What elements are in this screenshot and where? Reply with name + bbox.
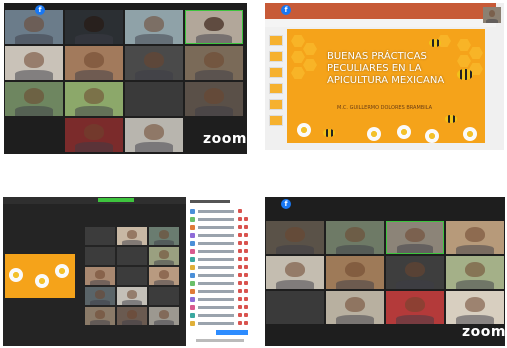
participant-row[interactable] xyxy=(190,289,250,294)
video-tile[interactable] xyxy=(85,227,115,245)
participant-row[interactable] xyxy=(190,297,250,302)
participant-row[interactable] xyxy=(190,265,250,270)
slide-thumbnail[interactable] xyxy=(269,83,283,94)
participant-row[interactable] xyxy=(190,249,250,254)
video-tile[interactable] xyxy=(149,227,179,245)
slide-thumbnail[interactable] xyxy=(269,35,283,46)
video-tile[interactable] xyxy=(85,247,115,265)
participant-row[interactable] xyxy=(190,217,250,222)
app-ribbon xyxy=(265,3,496,19)
video-tile[interactable] xyxy=(65,118,123,152)
slide-title: BUENAS PRÁCTICAS PECULIARES EN LA APICUL… xyxy=(327,51,445,86)
slide-thumbnail[interactable] xyxy=(269,67,283,78)
video-tile[interactable] xyxy=(117,287,147,305)
zoom-gallery-screenshot-bottom-right: f zoom xyxy=(265,197,505,346)
participant-row[interactable] xyxy=(190,305,250,310)
video-tile[interactable] xyxy=(386,291,444,324)
participant-row[interactable] xyxy=(190,313,250,318)
video-tile[interactable] xyxy=(386,256,444,289)
bee-icon xyxy=(445,115,457,123)
facebook-icon: f xyxy=(281,199,291,209)
flower-icon xyxy=(463,127,477,141)
video-tile[interactable] xyxy=(117,227,147,245)
slide-canvas: BUENAS PRÁCTICAS PECULIARES EN LA APICUL… xyxy=(287,29,485,143)
video-tile[interactable] xyxy=(117,307,147,325)
video-tile[interactable] xyxy=(149,267,179,285)
video-tile[interactable] xyxy=(185,46,243,80)
video-tile[interactable] xyxy=(326,291,384,324)
bee-icon xyxy=(429,39,441,47)
video-tile[interactable] xyxy=(446,221,504,254)
video-tile[interactable] xyxy=(185,82,243,116)
video-tile[interactable] xyxy=(149,247,179,265)
video-tile[interactable] xyxy=(65,46,123,80)
video-tile[interactable] xyxy=(65,10,123,44)
participant-row[interactable] xyxy=(190,321,250,326)
video-tile[interactable] xyxy=(5,10,63,44)
zoom-logo: zoom xyxy=(203,131,247,147)
video-tile-active-speaker[interactable] xyxy=(386,221,444,254)
video-tile-active-speaker[interactable] xyxy=(185,10,243,44)
video-tile[interactable] xyxy=(125,118,183,152)
participant-row[interactable] xyxy=(190,233,250,238)
video-tile[interactable] xyxy=(5,46,63,80)
video-tile[interactable] xyxy=(5,82,63,116)
video-tile[interactable] xyxy=(65,82,123,116)
video-tile[interactable] xyxy=(85,287,115,305)
video-tile[interactable] xyxy=(326,256,384,289)
video-tile-camera-off[interactable] xyxy=(125,82,183,116)
shared-screen[interactable] xyxy=(5,254,75,298)
video-tile[interactable] xyxy=(125,46,183,80)
video-tile[interactable] xyxy=(326,221,384,254)
video-tile[interactable] xyxy=(149,287,179,305)
flower-icon xyxy=(297,123,311,137)
video-tile[interactable] xyxy=(85,307,115,325)
video-tile-camera-off[interactable] xyxy=(266,291,324,324)
zoom-logo: zoom xyxy=(462,324,505,340)
participant-row[interactable] xyxy=(190,225,250,230)
participant-row[interactable] xyxy=(190,209,250,214)
video-tile[interactable] xyxy=(266,221,324,254)
video-tile[interactable] xyxy=(266,256,324,289)
participant-row[interactable] xyxy=(190,273,250,278)
flower-icon xyxy=(367,127,381,141)
slide-thumbnail[interactable] xyxy=(269,115,283,126)
slide-author: M.C. GUILLERMO DOLORES BRAMBILA xyxy=(337,105,433,111)
video-tile[interactable] xyxy=(117,247,147,265)
video-tile[interactable] xyxy=(125,10,183,44)
facebook-icon: f xyxy=(35,5,45,15)
video-tile[interactable] xyxy=(446,291,504,324)
facebook-icon: f xyxy=(281,5,291,15)
video-tile[interactable] xyxy=(149,307,179,325)
participant-row[interactable] xyxy=(190,281,250,286)
slide-thumbnail[interactable] xyxy=(269,51,283,62)
presentation-screenshot-top-right: f BUENAS PRÁCTICAS PECULIARES EN LA APIC… xyxy=(265,3,504,150)
panel-buttons[interactable] xyxy=(216,330,248,335)
participant-row[interactable] xyxy=(190,241,250,246)
zoom-gallery-screenshot-top-left: f zoom xyxy=(4,3,247,154)
participant-row[interactable] xyxy=(190,257,250,262)
video-tile[interactable] xyxy=(85,267,115,285)
video-tile[interactable] xyxy=(117,267,147,285)
slide-thumbnail[interactable] xyxy=(269,99,283,110)
flower-icon xyxy=(425,129,439,143)
bee-icon xyxy=(457,69,473,80)
zoom-participants-screenshot-bottom-left xyxy=(3,197,253,346)
video-tile[interactable] xyxy=(446,256,504,289)
toolbar xyxy=(265,19,496,27)
bee-icon xyxy=(323,129,335,137)
speaker-video-tile[interactable] xyxy=(483,7,501,23)
flower-icon xyxy=(397,125,411,139)
participants-panel xyxy=(186,197,253,346)
